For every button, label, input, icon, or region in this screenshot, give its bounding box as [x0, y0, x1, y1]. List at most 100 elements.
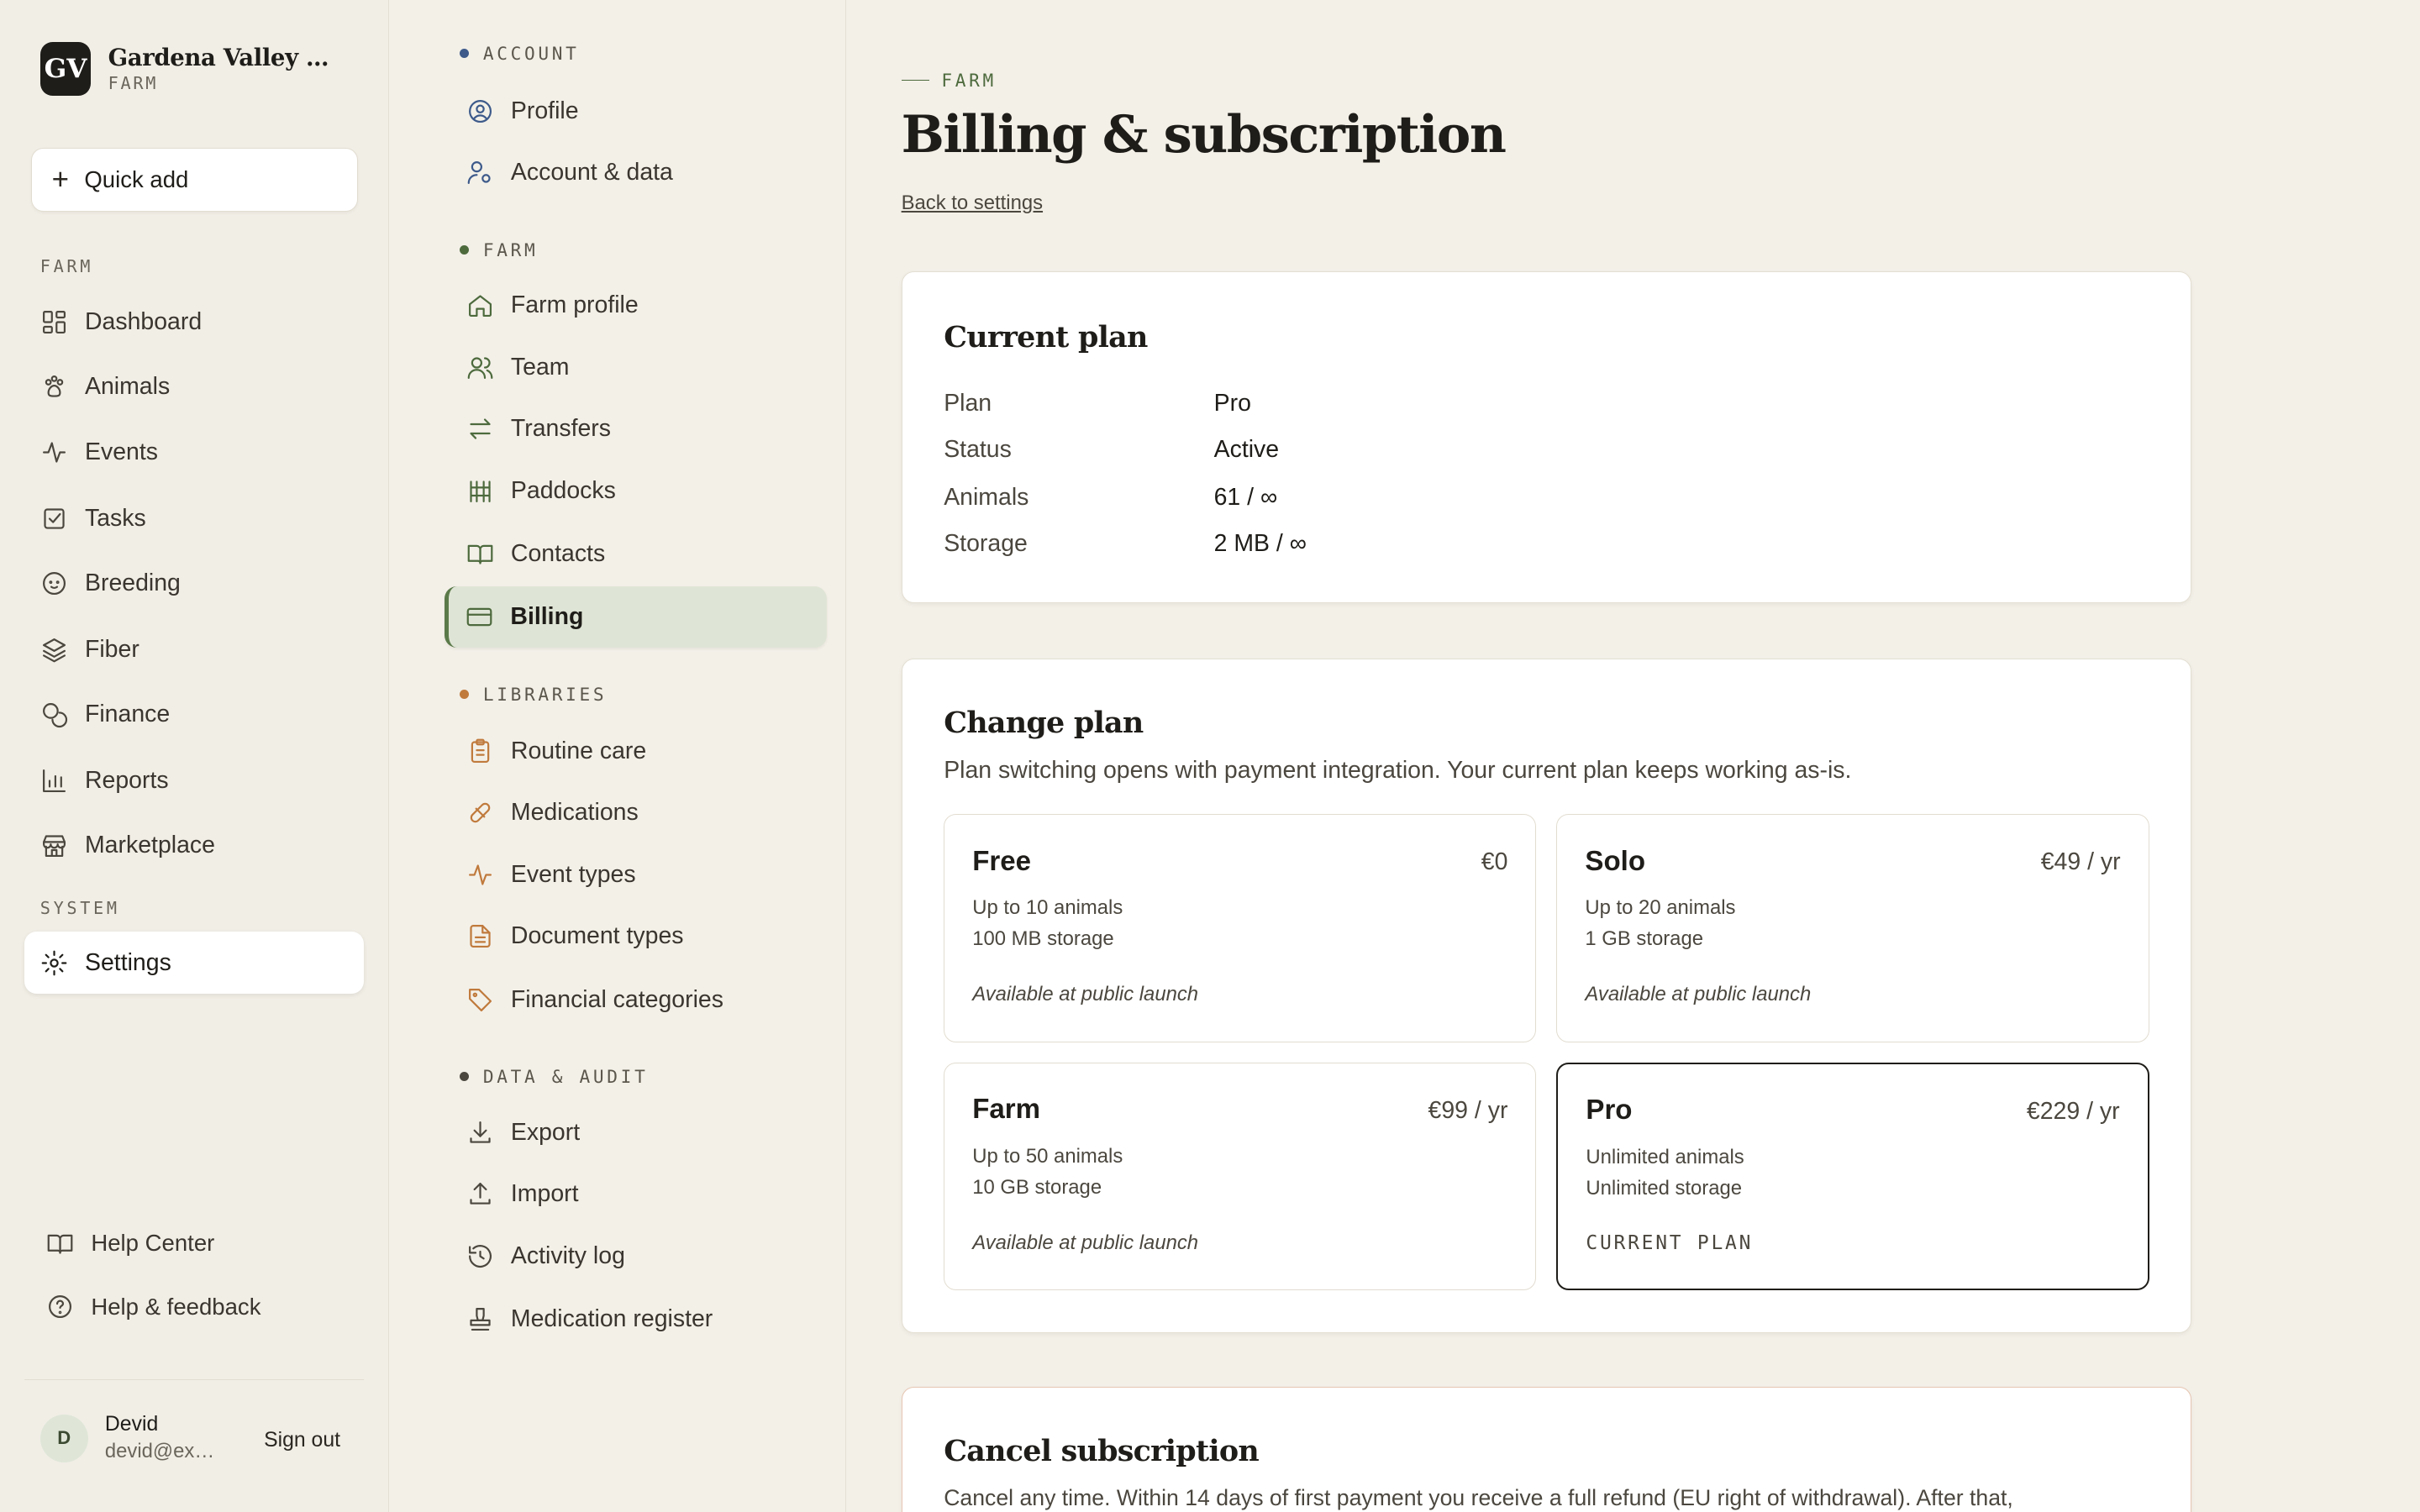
breadcrumb-label: FARM	[941, 69, 997, 91]
book-open-icon	[47, 1234, 73, 1254]
nav-item-animals[interactable]: Animals	[24, 356, 364, 417]
nav-item-settings[interactable]: Settings	[24, 932, 365, 994]
subnav-label: Team	[510, 353, 570, 381]
nav-label: Reports	[84, 766, 169, 794]
farm-name: Gardena Valley Alp...	[108, 44, 340, 71]
sign-out-button[interactable]: Sign out	[264, 1429, 340, 1452]
back-to-settings-link[interactable]: Back to settings	[902, 192, 1043, 215]
plan-name: Farm	[972, 1094, 1041, 1126]
upload-icon	[470, 1183, 491, 1205]
storage-row: Storage 2 MB / ∞	[944, 530, 1307, 558]
nav-item-events[interactable]: Events	[24, 421, 364, 482]
help-feedback-label: Help & feedback	[91, 1293, 261, 1320]
subnav-item-activity-log[interactable]: Activity log	[445, 1225, 828, 1286]
plan-card-free[interactable]: Free €0 Up to 10 animals 100 MB storage …	[944, 813, 1537, 1042]
subnav-item-contacts[interactable]: Contacts	[445, 523, 828, 585]
paw-icon	[45, 375, 63, 398]
page-title: Billing & subscription	[901, 104, 1507, 165]
nav-item-dashboard[interactable]: Dashboard	[24, 291, 364, 353]
nav-item-reports[interactable]: Reports	[24, 750, 364, 811]
subnav-item-account-data[interactable]: Account & data	[445, 142, 828, 203]
subnav-item-financial-categories[interactable]: Financial categories	[445, 969, 828, 1030]
row-key: Animals	[944, 483, 1029, 511]
nav-label: Settings	[84, 948, 171, 976]
subnav-label: Profile	[510, 97, 579, 124]
status-row: Status Active	[944, 436, 1279, 464]
plan-feature: Unlimited storage	[1586, 1176, 1743, 1200]
current-plan-card: Current plan Plan Pro Status Active Anim…	[901, 271, 2192, 604]
farm-switcher[interactable]: GV Gardena Valley Alp... FARM	[39, 41, 340, 96]
baby-icon	[42, 571, 66, 595]
nav-label: Breeding	[84, 569, 181, 596]
subnav-item-profile[interactable]: Profile	[445, 81, 828, 142]
nav-label: Animals	[84, 373, 171, 401]
plan-feature: 1 GB storage	[1585, 927, 1703, 950]
subnav-item-medication-register[interactable]: Medication register	[445, 1289, 828, 1350]
subnav-item-routine-care[interactable]: Routine care	[445, 721, 828, 782]
pill-icon	[470, 803, 490, 823]
nav-item-breeding[interactable]: Breeding	[24, 553, 364, 614]
section-title: LIBRARIES	[482, 683, 608, 705]
section-dot	[460, 689, 470, 699]
subnav-label: Account & data	[510, 159, 673, 186]
nav-section-system: SYSTEM	[39, 897, 120, 918]
user-circle-icon	[468, 99, 492, 123]
subnav-label: Transfers	[510, 415, 612, 443]
stamp-icon	[470, 1307, 491, 1331]
subnav-label: Billing	[510, 603, 584, 631]
credit-card-icon	[466, 607, 492, 627]
download-icon	[470, 1121, 491, 1143]
section-dot	[460, 1072, 470, 1082]
plan-card-pro[interactable]: Pro €229 / yr Unlimited animals Unlimite…	[1556, 1062, 2149, 1291]
nav-item-marketplace[interactable]: Marketplace	[24, 815, 364, 876]
help-feedback-link[interactable]: Help & feedback	[46, 1293, 260, 1320]
subnav-item-document-types[interactable]: Document types	[445, 906, 828, 967]
subnav-label: Document types	[510, 922, 684, 950]
settings-nav: ACCOUNT Profile Account & data FARM Farm…	[388, 0, 846, 1512]
user-email: devid@example.com	[104, 1440, 219, 1463]
user-profile[interactable]: D Devid devid@example.com	[39, 1413, 219, 1463]
quick-add-label: Quick add	[84, 165, 189, 192]
subnav-item-paddocks[interactable]: Paddocks	[445, 459, 828, 521]
plan-feature: 100 MB storage	[972, 927, 1114, 950]
subnav-section-libraries: LIBRARIES	[460, 684, 607, 705]
layers-icon	[42, 638, 66, 663]
subnav-section-account: ACCOUNT	[460, 43, 579, 64]
nav-item-finance[interactable]: Finance	[24, 684, 364, 745]
row-key: Plan	[944, 389, 992, 417]
subnav-item-farm-profile[interactable]: Farm profile	[445, 275, 828, 336]
subnav-item-transfers[interactable]: Transfers	[445, 398, 828, 459]
cancel-subscription-card: Cancel subscription Cancel any time. Wit…	[901, 1387, 2192, 1512]
subnav-label: Farm profile	[510, 291, 639, 319]
plan-card-solo[interactable]: Solo €49 / yr Up to 20 animals 1 GB stor…	[1556, 813, 2149, 1042]
file-text-icon	[470, 925, 491, 948]
quick-add-button[interactable]: + Quick add	[30, 148, 359, 212]
subnav-label: Paddocks	[510, 476, 616, 504]
plan-availability: Available at public launch	[972, 983, 1199, 1006]
plan-price: €0	[1481, 848, 1508, 876]
clipboard-icon	[471, 738, 489, 763]
plan-name: Free	[972, 845, 1032, 877]
users-icon	[467, 356, 493, 379]
avatar: D	[39, 1414, 88, 1462]
nav-item-fiber[interactable]: Fiber	[24, 619, 364, 680]
subnav-label: Activity log	[510, 1242, 625, 1269]
subnav-item-medications[interactable]: Medications	[445, 782, 828, 843]
help-center-link[interactable]: Help Center	[46, 1230, 214, 1257]
row-value: Active	[1213, 435, 1280, 463]
subnav-item-event-types[interactable]: Event types	[445, 844, 828, 906]
main-content: FARM Billing & subscription Back to sett…	[846, 0, 2420, 1512]
subnav-item-export[interactable]: Export	[445, 1101, 828, 1163]
nav-label: Fiber	[84, 635, 139, 663]
nav-item-tasks[interactable]: Tasks	[24, 487, 364, 549]
plan-card-farm[interactable]: Farm €99 / yr Up to 50 animals 10 GB sto…	[944, 1062, 1537, 1291]
nav-label: Dashboard	[84, 308, 203, 336]
help-circle-icon	[49, 1295, 72, 1319]
subnav-label: Medication register	[510, 1305, 713, 1332]
nav-section-farm: FARM	[39, 255, 94, 276]
subnav-item-import[interactable]: Import	[445, 1163, 828, 1225]
cancel-description: Cancel any time. Within 14 days of first…	[944, 1484, 2013, 1510]
subnav-item-billing[interactable]: Billing	[444, 585, 828, 648]
subnav-item-team[interactable]: Team	[445, 336, 828, 397]
plan-row: Plan Pro	[944, 390, 1251, 417]
